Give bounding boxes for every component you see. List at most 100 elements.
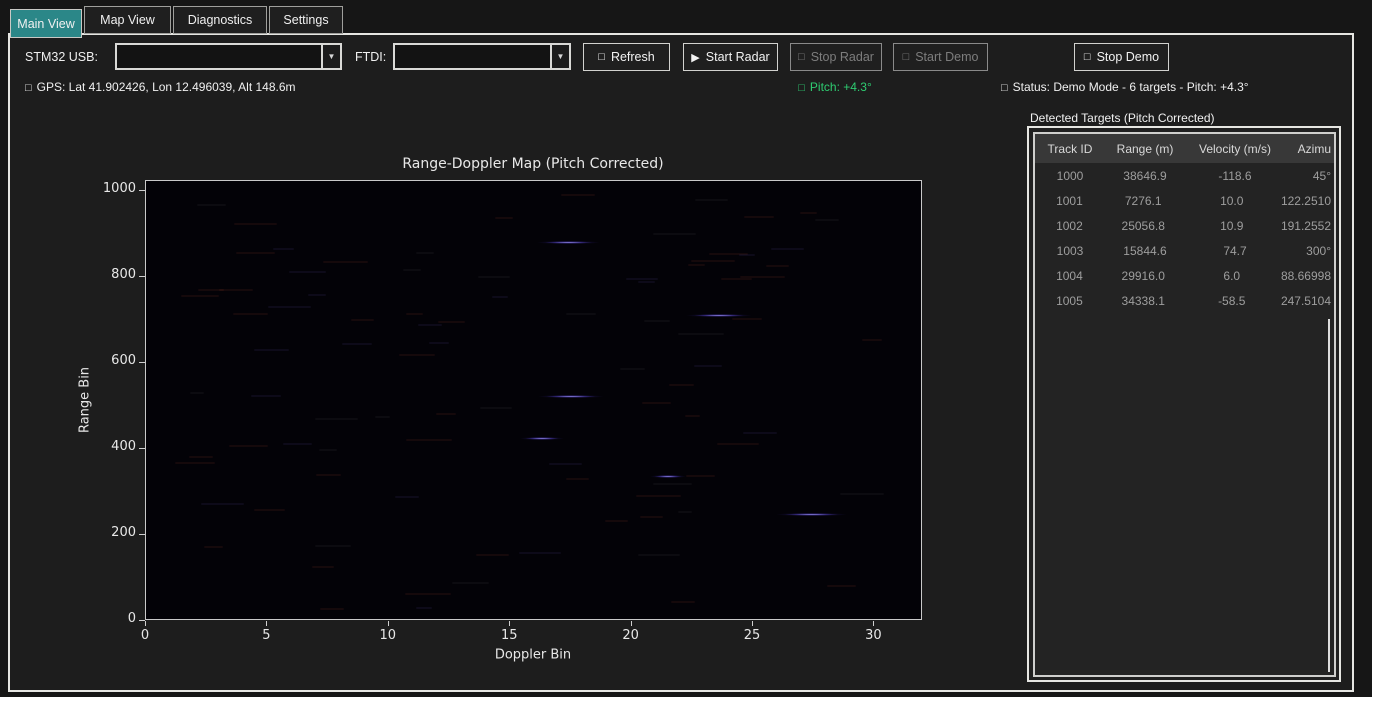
cell-azimuth: 247.5104 <box>1281 294 1334 308</box>
stm32-usb-label: STM32 USB: <box>25 50 98 64</box>
x-tick-mark <box>145 621 146 626</box>
noise-speckle <box>315 545 351 547</box>
demo-stop-icon: □ <box>1084 51 1091 63</box>
cell-range: 34338.1 <box>1104 294 1183 308</box>
stm32-usb-combobox[interactable]: ▼ <box>115 43 342 70</box>
noise-speckle <box>519 552 562 554</box>
cell-range: 7276.1 <box>1104 194 1183 208</box>
noise-speckle <box>403 269 420 271</box>
x-tick-mark <box>509 621 510 626</box>
ftdi-combobox[interactable]: ▼ <box>393 43 571 70</box>
targets-table-header: Track ID Range (m) Velocity (m/s) Azimu <box>1035 134 1334 163</box>
noise-speckle <box>254 509 284 511</box>
noise-speckle <box>406 313 423 315</box>
chevron-down-icon[interactable]: ▼ <box>550 45 569 68</box>
x-tick-label: 30 <box>853 628 893 643</box>
pitch-icon: □ <box>798 82 805 94</box>
cell-track-id: 1000 <box>1035 169 1105 183</box>
y-tick-label: 400 <box>92 439 136 454</box>
y-tick-label: 600 <box>92 353 136 368</box>
noise-speckle <box>743 432 777 434</box>
table-scrollbar[interactable] <box>1328 319 1330 672</box>
tab-map-view[interactable]: Map View <box>84 6 171 34</box>
tab-main-view[interactable]: Main View <box>10 9 82 38</box>
noise-speckle <box>478 276 510 278</box>
noise-speckle <box>399 354 435 356</box>
table-row[interactable]: 1000 38646.9 -118.6 45° <box>1035 163 1334 188</box>
demo-play-icon: □ <box>903 51 910 63</box>
y-tick-mark <box>139 276 145 277</box>
noise-speckle <box>678 333 724 335</box>
refresh-button-label: Refresh <box>611 50 655 64</box>
noise-speckle <box>862 339 883 341</box>
noise-speckle <box>636 495 681 497</box>
target-streak <box>537 241 600 244</box>
noise-speckle <box>744 216 774 218</box>
column-header-velocity[interactable]: Velocity (m/s) <box>1185 142 1285 156</box>
x-tick-mark <box>266 621 267 626</box>
y-tick-mark <box>139 534 145 535</box>
noise-speckle <box>315 418 359 420</box>
targets-panel-title: Detected Targets (Pitch Corrected) <box>1030 111 1215 125</box>
noise-speckle <box>342 343 373 345</box>
pitch-status-text: Pitch: +4.3° <box>810 80 872 94</box>
table-row[interactable]: 1005 34338.1 -58.5 247.5104 <box>1035 288 1334 313</box>
start-demo-button: □ Start Demo <box>893 43 988 71</box>
refresh-button[interactable]: □ Refresh <box>583 43 670 71</box>
noise-speckle <box>480 407 511 409</box>
noise-speckle <box>638 281 655 283</box>
cell-azimuth: 45° <box>1285 169 1334 183</box>
column-header-azimuth[interactable]: Azimu <box>1285 142 1334 156</box>
noise-speckle <box>323 261 368 263</box>
target-streak <box>650 475 686 478</box>
noise-speckle <box>815 219 839 221</box>
noise-speckle <box>312 566 334 568</box>
column-header-range[interactable]: Range (m) <box>1105 142 1185 156</box>
noise-speckle <box>766 265 789 267</box>
x-tick-mark <box>388 621 389 626</box>
noise-speckle <box>800 212 817 214</box>
ftdi-label: FTDI: <box>355 50 386 64</box>
table-row[interactable]: 1004 29916.0 6.0 88.66998 <box>1035 263 1334 288</box>
tab-diagnostics[interactable]: Diagnostics <box>173 6 267 34</box>
cell-range: 15844.6 <box>1105 244 1185 258</box>
noise-speckle <box>691 260 735 262</box>
noise-speckle <box>229 445 267 447</box>
column-header-track-id[interactable]: Track ID <box>1035 142 1105 156</box>
noise-speckle <box>492 296 508 298</box>
noise-speckle <box>416 607 433 609</box>
cell-range: 38646.9 <box>1105 169 1185 183</box>
noise-speckle <box>476 554 509 556</box>
noise-speckle <box>405 593 450 595</box>
table-row[interactable]: 1003 15844.6 74.7 300° <box>1035 238 1334 263</box>
x-axis-label: Doppler Bin <box>495 648 571 663</box>
table-row[interactable]: 1002 25056.8 10.9 191.2552 <box>1035 213 1334 238</box>
noise-speckle <box>566 478 589 480</box>
noise-speckle <box>495 217 513 219</box>
noise-speckle <box>653 483 692 485</box>
tab-settings[interactable]: Settings <box>269 6 343 34</box>
table-row[interactable]: 1001 7276.1 10.0 122.2510 <box>1035 188 1334 213</box>
noise-speckle <box>395 496 419 498</box>
y-tick-mark <box>139 448 145 449</box>
cell-track-id: 1002 <box>1035 219 1104 233</box>
stm32-usb-combobox-value <box>117 45 321 68</box>
cell-range: 25056.8 <box>1104 219 1183 233</box>
cell-track-id: 1004 <box>1035 269 1104 283</box>
noise-speckle <box>732 318 762 320</box>
radar-app-window: Main View Map View Diagnostics Settings … <box>0 0 1372 697</box>
chevron-down-icon[interactable]: ▼ <box>321 45 340 68</box>
gps-status: □GPS: Lat 41.902426, Lon 12.496039, Alt … <box>25 80 296 94</box>
noise-speckle <box>181 295 219 297</box>
stop-demo-button[interactable]: □ Stop Demo <box>1074 43 1169 71</box>
start-radar-button[interactable]: ▶ Start Radar <box>683 43 778 71</box>
x-tick-mark <box>631 621 632 626</box>
noise-speckle <box>695 199 728 201</box>
x-tick-label: 5 <box>246 628 286 643</box>
noise-speckle <box>198 289 223 291</box>
targets-table[interactable]: Track ID Range (m) Velocity (m/s) Azimu … <box>1033 132 1336 677</box>
noise-speckle <box>436 413 456 415</box>
target-streak <box>520 437 564 440</box>
cell-velocity: 74.7 <box>1185 244 1285 258</box>
x-tick-mark <box>752 621 753 626</box>
